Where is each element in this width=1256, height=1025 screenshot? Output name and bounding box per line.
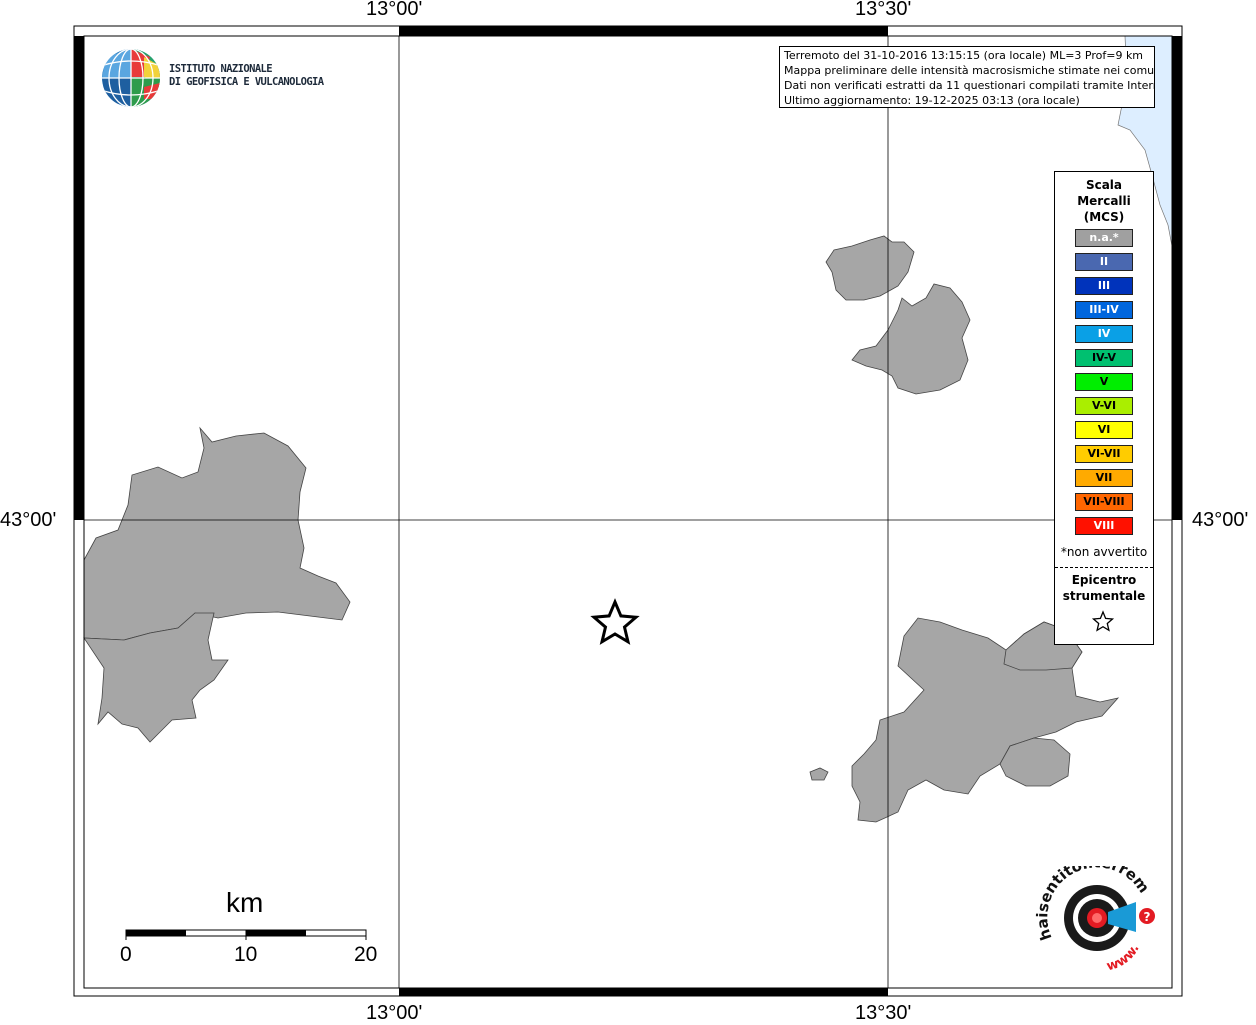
legend-epicentre-label: Epicentro strumentale [1055,572,1153,604]
frame-right-black-segment [1172,36,1182,520]
legend-epicentre-line1: Epicentro [1071,573,1137,587]
ingv-logo-line1: ISTITUTO NAZIONALE [169,63,273,75]
left-label-4300: 43°00' [0,509,57,531]
municipality-se-islet [809,767,829,781]
haisentito-logo: haisentitoilterremoto.it ? www. [1030,866,1155,974]
info-line-data: Dati non verificati estratti da 11 quest… [784,79,1155,92]
legend-item: VIII [1075,517,1133,535]
ingv-logo-text: ISTITUTO NAZIONALE DI GEOFISICA E VULCAN… [169,63,324,89]
legend-item: IV [1075,325,1133,343]
top-label-1330: 13°30' [855,0,912,20]
legend-item: VI [1075,421,1133,439]
scale-unit: km [226,887,264,918]
legend-title-line3: (MCS) [1083,210,1125,224]
epicentre-star [590,598,640,645]
legend-item: VII-VIII [1075,493,1133,511]
legend-separator [1055,567,1153,568]
top-label-1300: 13°00' [366,0,423,20]
info-line-map: Mappa preliminare delle intensità macros… [784,64,1155,77]
ingv-logo-line2: DI GEOFISICA E VULCANOLOGIA [169,76,324,88]
bottom-label-1300: 13°00' [366,1002,423,1024]
legend-title: Scala Mercalli (MCS) [1055,177,1153,225]
ingv-logo: ISTITUTO NAZIONALE DI GEOFISICA E VULCAN… [100,47,324,111]
legend-epicentre-line2: strumentale [1062,589,1146,603]
svg-text:?: ? [1144,910,1151,924]
municipality-ne-lower [851,283,971,395]
scale-label-10: 10 [234,943,258,966]
frame-top-black-segment [399,26,888,36]
frame-left-black-segment [74,36,84,520]
legend-star-icon [1091,610,1115,632]
right-label-4300: 43°00' [1192,509,1249,531]
legend-item: VII [1075,469,1133,487]
legend-item: n.a.* [1075,229,1133,247]
info-line-event: Terremoto del 31-10-2016 13:15:15 (ora l… [784,49,1144,62]
municipality-ne-upper [825,235,915,301]
legend-title-line1: Scala [1085,178,1123,192]
frame-bottom-black-segment [399,988,888,996]
mcs-legend: Scala Mercalli (MCS) n.a.* II III III-IV IV I… [1054,171,1154,645]
legend-note: *non avvertito [1060,545,1148,559]
legend-item: III [1075,277,1133,295]
legend-item: VI-VII [1075,445,1133,463]
scale-label-20: 20 [354,943,378,966]
municipality-west-north [83,426,351,641]
legend-item: III-IV [1075,301,1133,319]
legend-item: IV-V [1075,349,1133,367]
scale-label-0: 0 [120,943,132,966]
earthquake-info-box: Terremoto del 31-10-2016 13:15:15 (ora l… [779,46,1155,108]
info-line-updated: Ultimo aggiornamento: 19-12-2025 03:13 (… [784,94,1080,107]
scale-bar [125,929,367,940]
bottom-label-1330: 13°30' [855,1002,912,1024]
legend-item: II [1075,253,1133,271]
legend-title-line2: Mercalli [1077,194,1131,208]
legend-item: V [1075,373,1133,391]
legend-item: V-VI [1075,397,1133,415]
globe-icon [102,49,160,107]
